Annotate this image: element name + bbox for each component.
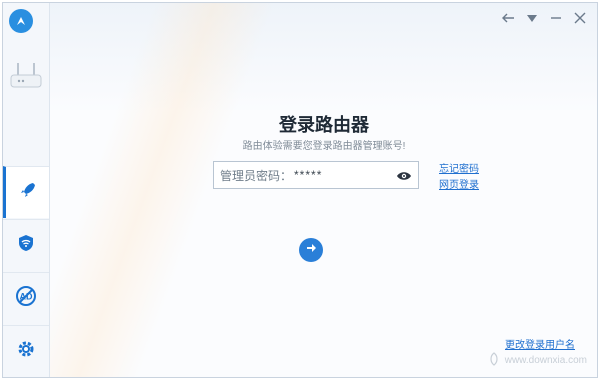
login-submit-button[interactable] <box>299 238 323 262</box>
app-window: AD 登录路由器 <box>2 2 598 378</box>
ad-block-icon: AD <box>15 285 37 312</box>
watermark-logo-icon <box>487 352 501 369</box>
rocket-icon <box>18 180 38 205</box>
sidebar-item-wifi[interactable] <box>3 219 49 271</box>
sidebar-item-settings[interactable] <box>3 325 49 377</box>
password-value[interactable]: ***** <box>294 168 322 182</box>
arrow-right-icon <box>305 241 317 259</box>
router-icon <box>9 61 43 91</box>
change-username-link[interactable]: 更改登录用户名 <box>505 336 575 351</box>
sidebar-item-adblock[interactable]: AD <box>3 272 49 324</box>
minimize-icon[interactable] <box>549 11 563 25</box>
watermark-text: www.downxia.com <box>504 355 587 366</box>
titlebar-controls <box>501 11 587 25</box>
close-icon[interactable] <box>573 11 587 25</box>
eye-icon[interactable] <box>396 169 412 181</box>
wifi-shield-icon <box>16 233 36 258</box>
password-field[interactable]: 管理员密码： ***** <box>213 161 419 189</box>
web-login-link[interactable]: 网页登录 <box>439 176 479 191</box>
forgot-password-link[interactable]: 忘记密码 <box>439 160 479 175</box>
sidebar-item-speedup[interactable] <box>3 166 49 218</box>
gear-icon <box>16 339 36 364</box>
dropdown-triangle-icon[interactable] <box>525 11 539 25</box>
back-arrow-icon[interactable] <box>501 11 515 25</box>
background-stripe <box>16 3 290 377</box>
page-title: 登录路由器 <box>279 115 369 135</box>
sidebar: AD <box>3 3 50 377</box>
app-logo-icon <box>9 9 33 33</box>
page-subtitle: 路由体验需要您登录路由器管理账号! <box>242 141 406 152</box>
password-label: 管理员密码： <box>220 168 293 183</box>
watermark: www.downxia.com <box>487 352 587 369</box>
